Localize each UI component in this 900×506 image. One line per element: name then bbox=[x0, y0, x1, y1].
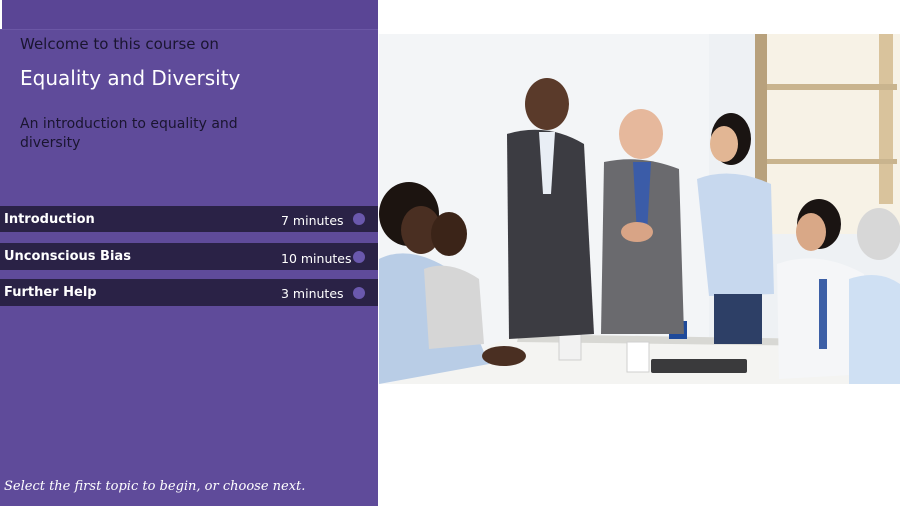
business-meeting-illustration-icon bbox=[379, 34, 900, 384]
topic-status-dot-icon bbox=[353, 251, 365, 263]
topic-label: Further Help bbox=[4, 285, 97, 300]
meeting-photo bbox=[379, 34, 900, 384]
topic-label: Introduction bbox=[4, 212, 95, 227]
topic-duration: 7 minutes bbox=[281, 213, 344, 228]
top-strip bbox=[0, 0, 378, 30]
topic-duration: 10 minutes bbox=[281, 251, 352, 266]
topic-further-help[interactable]: Further Help 3 minutes bbox=[0, 279, 378, 306]
instruction-hint: Select the first topic to begin, or choo… bbox=[4, 479, 306, 494]
topic-status-dot-icon bbox=[353, 287, 365, 299]
course-title: Equality and Diversity bbox=[20, 66, 241, 90]
topic-unconscious-bias[interactable]: Unconscious Bias 10 minutes bbox=[0, 243, 378, 270]
topic-label: Unconscious Bias bbox=[4, 249, 131, 264]
topic-duration: 3 minutes bbox=[281, 286, 344, 301]
topic-introduction[interactable]: Introduction 7 minutes bbox=[0, 206, 378, 232]
topic-status-dot-icon bbox=[353, 213, 365, 225]
strip-marker bbox=[0, 0, 2, 29]
course-menu-panel: Welcome to this course on Equality and D… bbox=[0, 0, 378, 506]
course-subtitle: An introduction to equality and diversit… bbox=[20, 116, 238, 151]
welcome-text: Welcome to this course on bbox=[20, 35, 219, 53]
